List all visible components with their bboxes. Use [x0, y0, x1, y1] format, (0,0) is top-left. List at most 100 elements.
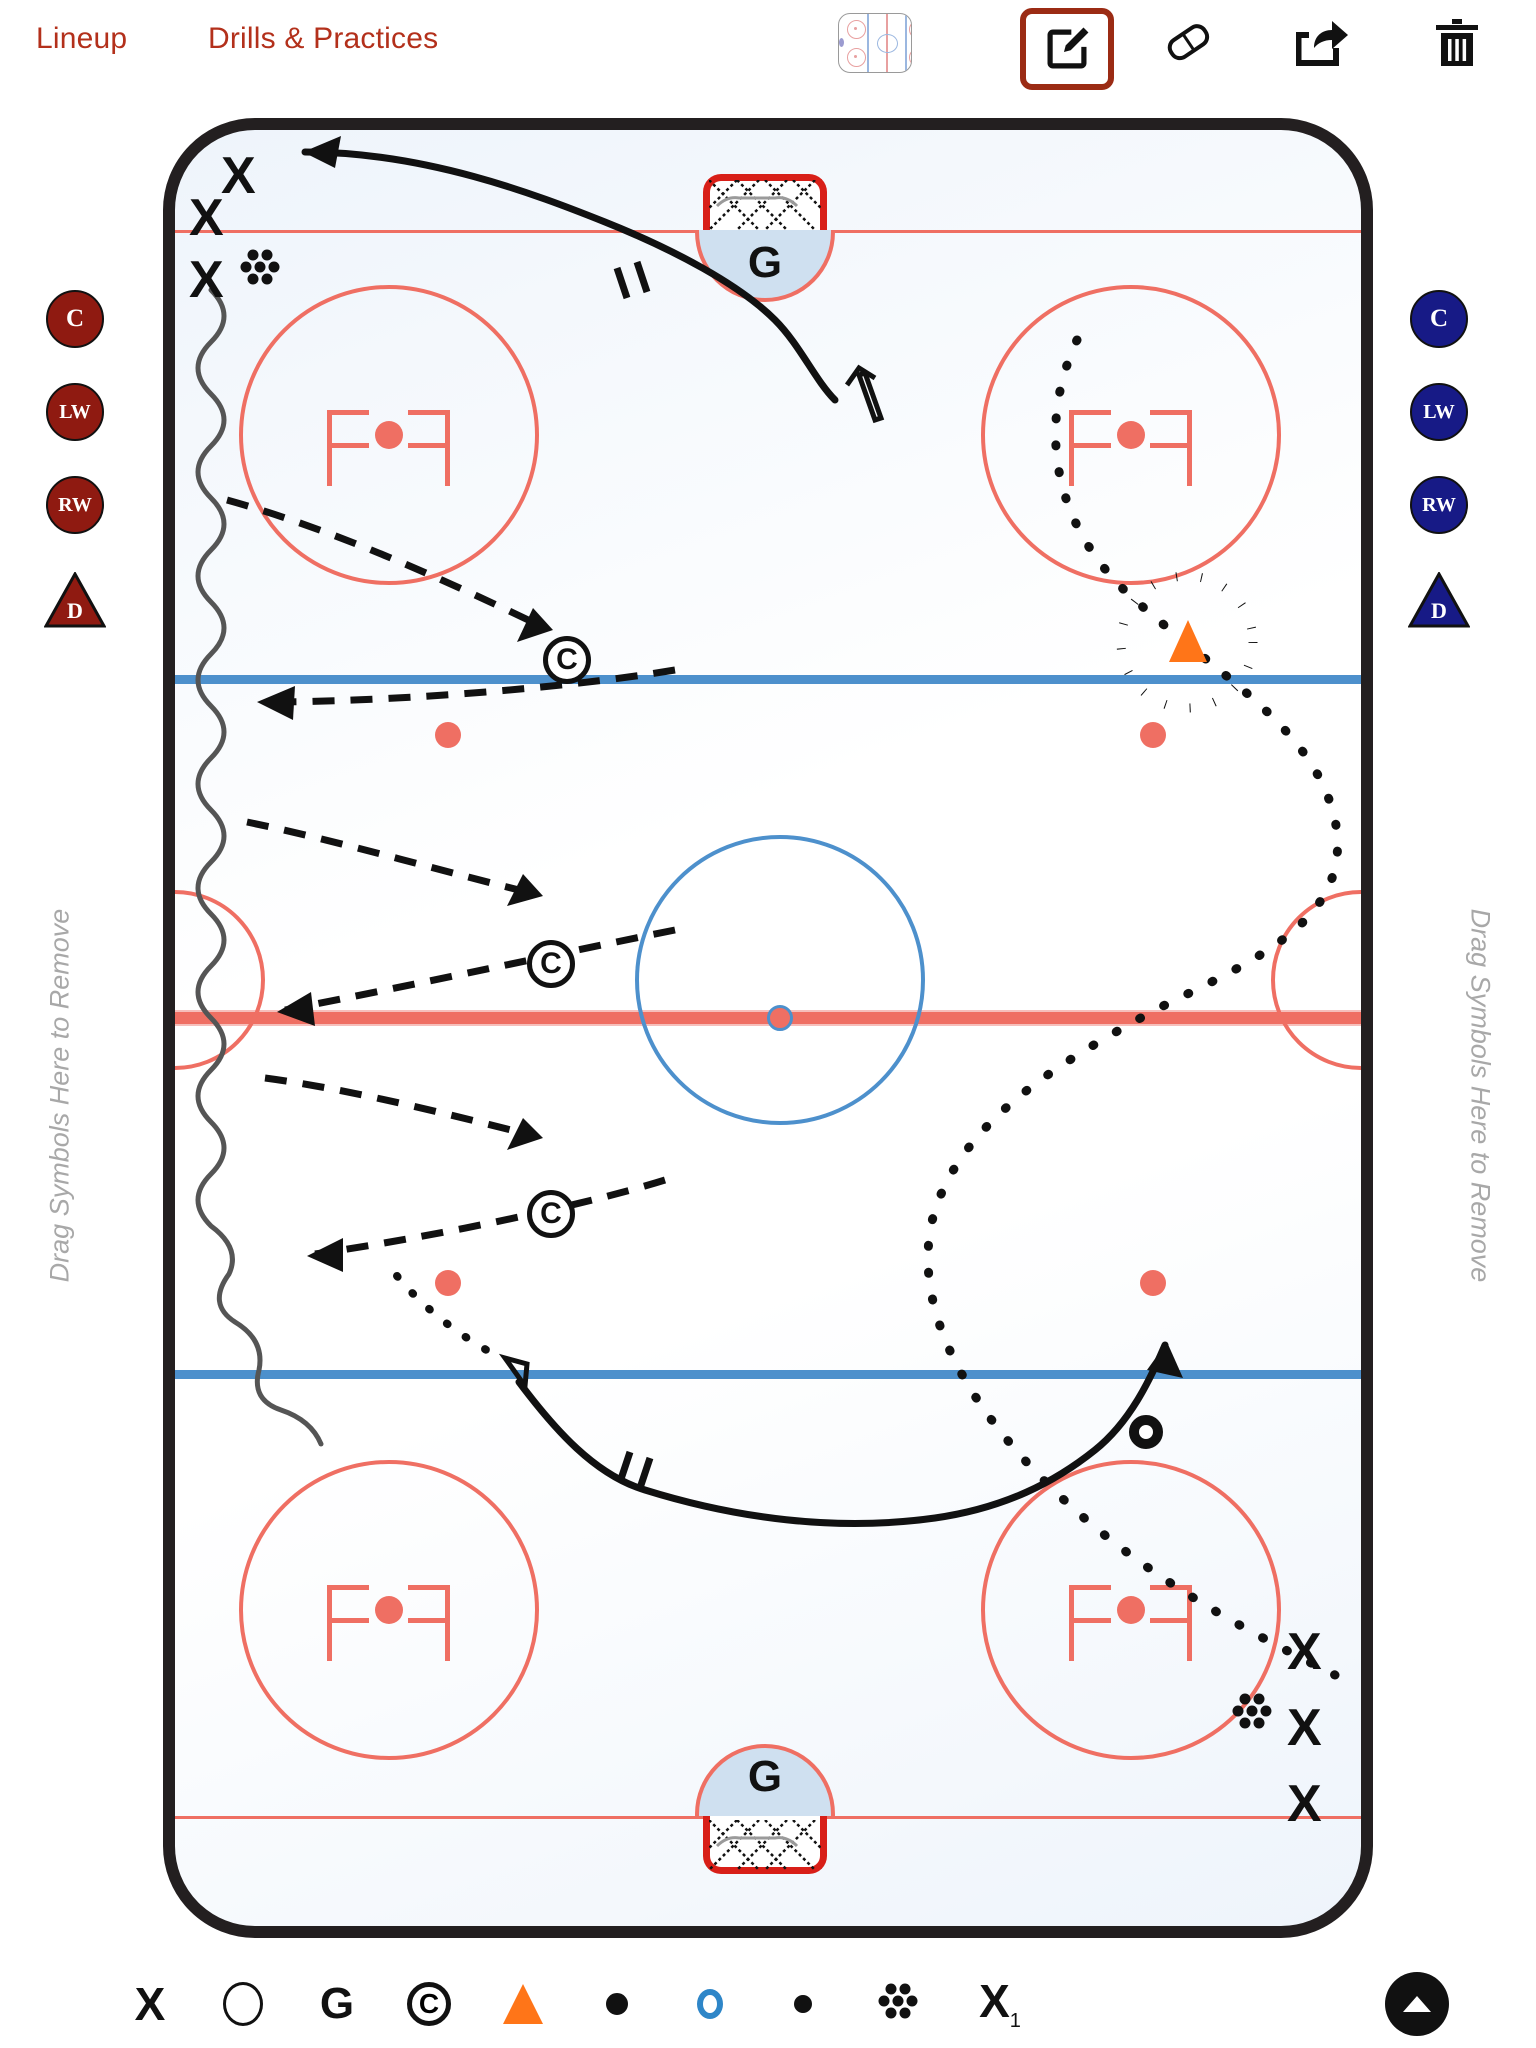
symbol-palette: X G C X1: [0, 1960, 1536, 2048]
caret-up-circle-icon: [1385, 1972, 1449, 2036]
palette-pucks[interactable]: [852, 1960, 942, 2048]
eraser-glyph: [1167, 24, 1210, 61]
palette-x1-sub: 1: [1009, 2010, 1021, 2033]
side-arc-left: [175, 890, 265, 1070]
rink-canvas[interactable]: G G X X X C C C X X X: [163, 118, 1373, 1938]
palette-c-circled[interactable]: C: [384, 1960, 474, 2048]
palette-c-label: C: [418, 1988, 440, 2019]
symbol-c[interactable]: C: [527, 1190, 575, 1238]
blue-line-top: [175, 675, 1361, 684]
nav-drills-practices[interactable]: Drills & Practices: [208, 22, 438, 56]
dashed-arrow-1b-head: [257, 686, 295, 720]
palette-g-label: G: [319, 1979, 355, 2028]
puck-dot-icon: [794, 1995, 812, 2013]
faceoff-dot-bottom-right: [1117, 1596, 1145, 1624]
badge-label: LW: [59, 400, 91, 423]
symbol-x[interactable]: X: [1287, 1626, 1322, 1678]
dashed-arrow-2a: [246, 818, 536, 898]
symbol-x[interactable]: X: [221, 150, 256, 202]
pencil-square-icon: [1047, 27, 1089, 69]
goalie-top-label: G: [747, 238, 783, 287]
symbol-o[interactable]: [1129, 1415, 1163, 1449]
dashed-arrow-3a: [264, 1074, 536, 1140]
nav-lineup[interactable]: Lineup: [36, 22, 127, 56]
circle-thick-icon: [606, 1993, 628, 2015]
dashed-arrow-3a-head: [507, 1118, 543, 1150]
symbol-c[interactable]: C: [543, 636, 591, 684]
circle-blue-icon: [697, 1989, 723, 2019]
draw-edit-icon[interactable]: [1020, 8, 1114, 90]
palette-cone[interactable]: [478, 1960, 568, 2048]
dashed-arrow-3b-head: [307, 1238, 343, 1272]
palette-expand-button[interactable]: [1372, 1960, 1462, 2048]
blue-line-bottom: [175, 1370, 1361, 1379]
palette-o-blue[interactable]: [665, 1960, 755, 2048]
rink-view-icon[interactable]: [838, 10, 912, 76]
share-icon[interactable]: [1284, 10, 1358, 76]
badge-label: C: [1429, 305, 1449, 332]
symbol-cone-orange[interactable]: [1169, 620, 1207, 662]
trash-icon[interactable]: [1420, 10, 1494, 76]
triangle-orange-icon: [503, 1984, 543, 2024]
sidebar-right-badge-rw[interactable]: RW: [1410, 476, 1468, 534]
dashed-arrow-3b: [314, 1176, 667, 1258]
center-faceoff-circle: [635, 835, 925, 1125]
palette-puck[interactable]: [758, 1960, 848, 2048]
neutral-dot-top-left: [435, 722, 461, 748]
symbol-c[interactable]: C: [527, 940, 575, 988]
palette-g[interactable]: G: [292, 1960, 382, 2048]
c-circled-icon: C: [407, 1982, 451, 2026]
sidebar-right-badge-d[interactable]: D: [1408, 572, 1470, 628]
sidebar-right-badge-c[interactable]: C: [1410, 290, 1468, 348]
symbol-x[interactable]: X: [189, 192, 224, 244]
drag-hint-left: Drag Symbols Here to Remove: [44, 908, 75, 1283]
symbol-x[interactable]: X: [1287, 1778, 1322, 1830]
neutral-dot-bottom-right: [1140, 1270, 1166, 1296]
symbol-c-label: C: [556, 643, 578, 676]
caret-up-glyph: [1403, 1996, 1431, 2012]
shot-bar-top: [613, 260, 651, 300]
mini-rink-graphic: [838, 13, 912, 73]
symbol-c-label: C: [540, 1197, 562, 1230]
faceoff-dot-top-left: [375, 421, 403, 449]
dashed-arrow-1a-head: [517, 608, 553, 642]
goalie-bottom-label: G: [747, 1752, 783, 1801]
neutral-dot-bottom-left: [435, 1270, 461, 1296]
sidebar-left-badge-lw[interactable]: LW: [46, 383, 104, 441]
top-toolbar: Lineup Drills & Practices: [0, 0, 1536, 90]
badge-label: RW: [58, 493, 92, 516]
badge-label: RW: [1422, 493, 1456, 516]
rink-surface[interactable]: G G X X X C C C X X X: [163, 118, 1373, 1938]
badge-label: D: [1431, 598, 1447, 623]
trash-can-glyph: [1436, 19, 1478, 66]
solid-path-top-arrowhead: [303, 136, 341, 168]
eraser-icon[interactable]: [1152, 10, 1226, 76]
badge-label: LW: [1423, 400, 1455, 423]
dashed-arrow-2b: [284, 926, 676, 1014]
faceoff-dot-top-right: [1117, 421, 1145, 449]
palette-x[interactable]: X: [105, 1960, 195, 2048]
symbol-x[interactable]: X: [1287, 1702, 1322, 1754]
sidebar-left-badge-d[interactable]: D: [44, 572, 106, 628]
palette-x1-letter: X: [979, 1975, 1010, 2028]
badge-label: C: [65, 305, 85, 332]
drag-hint-right: Drag Symbols Here to Remove: [1465, 908, 1496, 1283]
share-arrow-glyph: [1296, 21, 1348, 66]
palette-o-thick[interactable]: [572, 1960, 662, 2048]
open-arrow-upper-right: [844, 364, 885, 424]
badge-label: D: [67, 598, 83, 623]
symbol-puck-cluster[interactable]: [1229, 1692, 1273, 1736]
sidebar-left-badge-rw[interactable]: RW: [46, 476, 104, 534]
neutral-dot-top-right: [1140, 722, 1166, 748]
sidebar-left-badge-c[interactable]: C: [46, 290, 104, 348]
symbol-x[interactable]: X: [189, 254, 224, 306]
symbol-puck-cluster[interactable]: [237, 248, 281, 292]
circle-open-icon: [223, 1982, 263, 2026]
net-mesh-bottom: [709, 1820, 821, 1870]
palette-x1[interactable]: X1: [945, 1960, 1055, 2048]
sidebar-right-badge-lw[interactable]: LW: [1410, 383, 1468, 441]
faceoff-dot-bottom-left: [375, 1596, 403, 1624]
palette-o-open[interactable]: [198, 1960, 288, 2048]
side-arc-right: [1271, 890, 1361, 1070]
center-faceoff-dot: [767, 1005, 793, 1031]
